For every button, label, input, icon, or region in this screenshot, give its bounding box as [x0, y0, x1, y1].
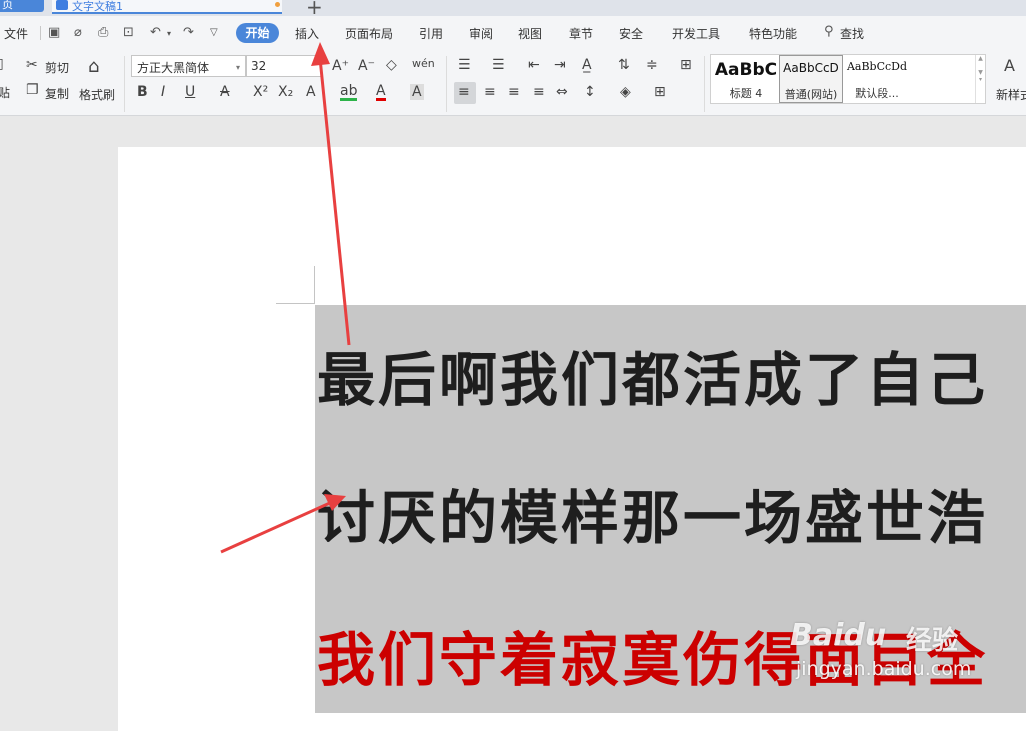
style-gallery-scroll[interactable]: ▲ ▼ ▾	[975, 55, 985, 103]
watermark-cn: 经验	[906, 626, 959, 656]
justify-icon[interactable]: ≡	[533, 84, 545, 100]
watermark-url: jingyan.baidu.com	[796, 658, 972, 680]
font-size-select[interactable]: 32	[246, 55, 322, 77]
copy-icon[interactable]: ❐	[26, 82, 39, 98]
menu-separator	[40, 26, 41, 40]
menu-item-section[interactable]: 章节	[569, 25, 593, 42]
strikethrough-icon[interactable]: A	[220, 84, 230, 100]
copy-button[interactable]: 复制	[45, 85, 69, 102]
save-icon[interactable]: ▣	[48, 25, 60, 40]
paste-icon[interactable]: ▯	[0, 56, 4, 72]
phonetic-guide-icon[interactable]: wén	[412, 57, 435, 70]
menu-item-developer[interactable]: 开发工具	[672, 25, 720, 42]
menu-item-references[interactable]: 引用	[419, 25, 443, 42]
text-effect-icon[interactable]: A	[306, 84, 316, 100]
search-icon[interactable]: ⚲	[824, 24, 834, 39]
text-line-red[interactable]: 我们守着寂寞伤得面目全	[317, 613, 988, 697]
cut-button[interactable]: 剪切	[45, 59, 69, 76]
unsaved-dot-icon	[275, 2, 280, 7]
line-spacing-icon[interactable]: ↕	[584, 84, 596, 100]
document-icon	[56, 0, 68, 10]
text-direction-icon[interactable]: A̲	[582, 57, 592, 73]
increase-indent-icon[interactable]: ⇥	[554, 57, 566, 73]
text-line[interactable]: 最后啊我们都活成了自己	[317, 333, 988, 417]
align-left-icon[interactable]: ≡	[458, 84, 470, 100]
increase-font-icon[interactable]: A⁺	[332, 58, 349, 74]
document-tab-title: 文字文稿1	[72, 0, 123, 13]
style-heading-4[interactable]: AaBbC 标题 4	[713, 55, 779, 103]
menu-bar: 文件 ▣ ⌀ ⎙ ⊡ ↶ ▾ ↷ ▽ 开始 插入 页面布局 引用 审阅 视图 章…	[0, 16, 1026, 50]
style-preview: AaBbCcD	[783, 61, 839, 75]
style-preview: AaBbC	[714, 60, 778, 80]
redo-icon[interactable]: ↷	[183, 25, 194, 40]
ribbon-toolbar: ▯ 贴 ✂ 剪切 ❐ 复制 ⌂ 格式刷 方正大黑简体 ▾ 32 A⁺ A⁻ ◇ …	[0, 50, 1026, 116]
tab-home-label: 页	[2, 0, 13, 11]
decrease-font-icon[interactable]: A⁻	[358, 58, 375, 74]
bullets-icon[interactable]: ☰	[458, 57, 471, 73]
menu-item-features[interactable]: 特色功能	[749, 25, 797, 42]
style-preview: AaBbCcDd	[846, 60, 908, 73]
menu-item-home-active[interactable]: 开始	[236, 23, 279, 43]
undo-icon[interactable]: ↶	[150, 25, 161, 40]
clear-format-icon[interactable]: ◇	[386, 57, 397, 73]
font-dropdown-icon[interactable]: ▾	[236, 63, 240, 72]
margin-corner-mark	[276, 303, 315, 304]
style-name: 标题 4	[729, 87, 763, 100]
margin-corner-mark	[314, 266, 315, 304]
watermark-logo: Baidu	[790, 618, 887, 653]
format-painter-button[interactable]: 格式刷	[79, 86, 115, 103]
font-color-icon[interactable]: A	[376, 84, 386, 101]
menu-file[interactable]: 文件	[4, 25, 28, 42]
align-center-icon[interactable]: ≡	[484, 84, 496, 100]
distributed-icon[interactable]: ⇔	[556, 84, 568, 100]
table-borders-icon[interactable]: ⊞	[680, 57, 692, 73]
underline-icon[interactable]: U	[185, 84, 195, 100]
numbering-icon[interactable]: ☰	[492, 57, 505, 73]
undo-dropdown-icon[interactable]: ▾	[167, 29, 171, 38]
format-painter-icon[interactable]: ⌂	[88, 56, 99, 77]
scissors-icon[interactable]: ✂	[26, 57, 38, 73]
style-name: 默认段...	[855, 87, 899, 100]
shading-icon[interactable]: ◈	[620, 84, 631, 100]
decrease-indent-icon[interactable]: ⇤	[528, 57, 540, 73]
style-default-paragraph[interactable]: AaBbCcDd 默认段...	[845, 55, 909, 103]
style-name: 普通(网站)	[784, 88, 838, 101]
tab-strip: 页 文字文稿1 +	[0, 0, 1026, 19]
highlight-icon[interactable]: ab	[340, 84, 358, 101]
superscript-icon[interactable]: X²	[253, 84, 268, 100]
print-icon[interactable]: ⎙	[98, 25, 108, 40]
print-preview-icon[interactable]: ⊡	[123, 25, 134, 40]
bold-icon[interactable]: B	[137, 84, 148, 100]
char-shading-icon[interactable]: A	[410, 84, 424, 100]
menu-item-security[interactable]: 安全	[619, 25, 643, 42]
sort-icon[interactable]: ⇅	[618, 57, 630, 73]
menu-search[interactable]: 查找	[840, 25, 864, 42]
export-pdf-icon[interactable]: ⌀	[74, 25, 82, 40]
subscript-icon[interactable]: X₂	[278, 84, 293, 100]
font-name-select[interactable]: 方正大黑简体	[131, 55, 246, 77]
menu-item-review[interactable]: 审阅	[469, 25, 493, 42]
spacing-icon[interactable]: ≑	[646, 57, 658, 73]
style-normal-web[interactable]: AaBbCcD 普通(网站)	[779, 55, 843, 103]
style-gallery: AaBbC 标题 4 AaBbCcD 普通(网站) AaBbCcDd 默认段..…	[710, 54, 986, 104]
customize-toolbar-icon[interactable]: ▽	[210, 27, 218, 38]
paste-label[interactable]: 贴	[0, 84, 10, 101]
new-style-icon[interactable]: A	[1004, 56, 1015, 75]
text-line[interactable]: 讨厌的模样那一场盛世浩	[317, 471, 988, 555]
new-style-button[interactable]: 新样式	[996, 86, 1026, 103]
menu-item-view[interactable]: 视图	[518, 25, 542, 42]
ribbon-separator	[704, 56, 705, 112]
align-right-icon[interactable]: ≡	[508, 84, 520, 100]
tab-document[interactable]: 文字文稿1	[52, 0, 282, 14]
italic-icon[interactable]: I	[161, 84, 165, 100]
ribbon-separator	[446, 56, 447, 112]
menu-item-page-layout[interactable]: 页面布局	[345, 25, 393, 42]
menu-item-insert[interactable]: 插入	[295, 25, 319, 42]
tab-home[interactable]: 页	[0, 0, 44, 12]
ribbon-separator	[124, 56, 125, 112]
borders-icon[interactable]: ⊞	[654, 84, 666, 100]
